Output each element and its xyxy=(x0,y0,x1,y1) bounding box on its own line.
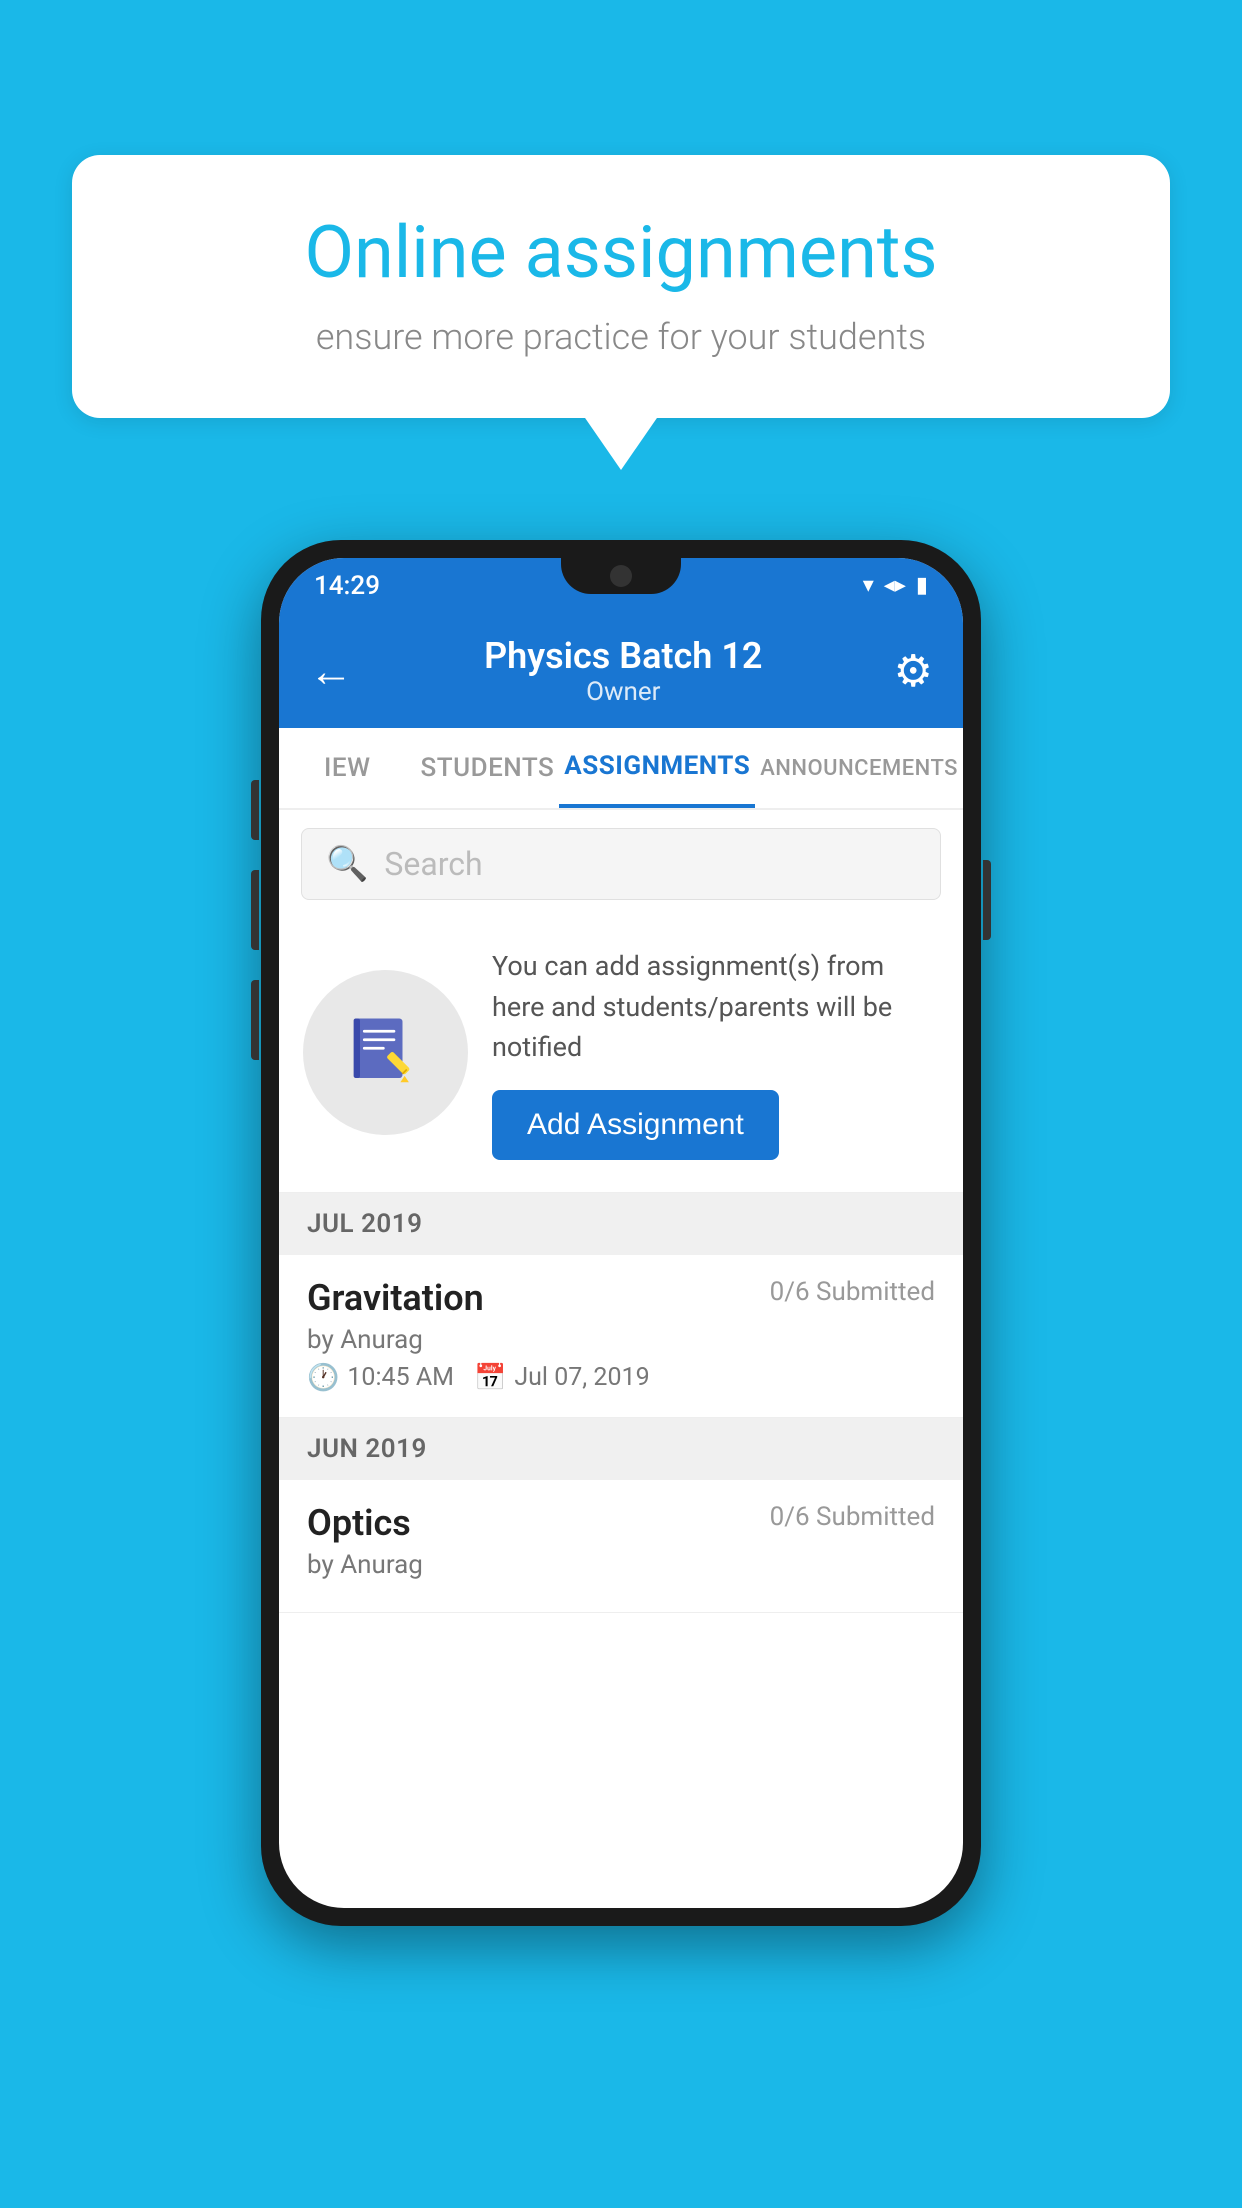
assignment-meta: 🕐 10:45 AM 📅 Jul 07, 2019 xyxy=(307,1363,935,1393)
power-button xyxy=(983,860,991,940)
back-button[interactable]: ← xyxy=(309,645,353,697)
front-camera xyxy=(610,565,632,587)
promo-text-block: You can add assignment(s) from here and … xyxy=(492,946,939,1160)
header-title-block: Physics Batch 12 Owner xyxy=(484,635,762,707)
assignment-item-gravitation[interactable]: Gravitation 0/6 Submitted by Anurag 🕐 10… xyxy=(279,1255,963,1418)
assignment-submitted: 0/6 Submitted xyxy=(770,1277,935,1307)
meta-time: 🕐 10:45 AM xyxy=(307,1363,454,1393)
mute-button xyxy=(251,780,259,840)
assignment-name: Gravitation xyxy=(307,1277,484,1319)
speech-bubble-subtitle: ensure more practice for your students xyxy=(137,316,1105,358)
settings-icon[interactable]: ⚙ xyxy=(894,645,933,697)
assignment-top-row-optics: Optics 0/6 Submitted xyxy=(307,1502,935,1544)
volume-up-button xyxy=(251,870,259,950)
status-icons: ▾ ◂▸ ▮ xyxy=(863,573,928,598)
promo-block: You can add assignment(s) from here and … xyxy=(279,918,963,1193)
phone-outer-shell: 14:29 ▾ ◂▸ ▮ ← Physics Batch 12 Owner ⚙ … xyxy=(261,540,981,1926)
notebook-icon xyxy=(343,1010,428,1095)
promo-description: You can add assignment(s) from here and … xyxy=(492,946,939,1068)
assignment-submitted-optics: 0/6 Submitted xyxy=(770,1502,935,1532)
tab-overview[interactable]: IEW xyxy=(279,728,416,808)
tab-assignments[interactable]: ASSIGNMENTS xyxy=(559,728,755,808)
signal-icon: ◂▸ xyxy=(884,573,906,598)
battery-icon: ▮ xyxy=(916,573,928,598)
speech-bubble-title: Online assignments xyxy=(137,210,1105,296)
meta-date: 📅 Jul 07, 2019 xyxy=(474,1363,650,1393)
tab-students[interactable]: STUDENTS xyxy=(416,728,560,808)
meta-time-value: 10:45 AM xyxy=(347,1363,454,1392)
wifi-icon: ▾ xyxy=(863,573,874,598)
tab-announcements[interactable]: ANNOUNCEMENTS xyxy=(755,728,963,808)
assignment-top-row: Gravitation 0/6 Submitted xyxy=(307,1277,935,1319)
section-header-jun: JUN 2019 xyxy=(279,1418,963,1480)
search-bar[interactable]: 🔍 Search xyxy=(301,828,941,900)
add-assignment-button[interactable]: Add Assignment xyxy=(492,1090,779,1160)
assignment-name-optics: Optics xyxy=(307,1502,411,1544)
assignment-by: by Anurag xyxy=(307,1325,935,1355)
search-input[interactable]: Search xyxy=(384,845,482,883)
phone-notch xyxy=(561,558,681,594)
search-icon: 🔍 xyxy=(326,844,368,884)
assignment-by-optics: by Anurag xyxy=(307,1550,935,1580)
status-time: 14:29 xyxy=(314,571,380,601)
header-subtitle: Owner xyxy=(484,677,762,707)
meta-date-value: Jul 07, 2019 xyxy=(514,1363,649,1392)
phone-mockup: 14:29 ▾ ◂▸ ▮ ← Physics Batch 12 Owner ⚙ … xyxy=(261,540,981,1926)
promo-icon-circle xyxy=(303,970,468,1135)
section-header-jul: JUL 2019 xyxy=(279,1193,963,1255)
phone-screen: 14:29 ▾ ◂▸ ▮ ← Physics Batch 12 Owner ⚙ … xyxy=(279,558,963,1908)
content-area: 🔍 Search xyxy=(279,810,963,1613)
search-container: 🔍 Search xyxy=(279,810,963,918)
volume-down-button xyxy=(251,980,259,1060)
calendar-icon: 📅 xyxy=(474,1363,506,1393)
app-header: ← Physics Batch 12 Owner ⚙ xyxy=(279,613,963,728)
tabs-bar: IEW STUDENTS ASSIGNMENTS ANNOUNCEMENTS xyxy=(279,728,963,810)
header-title: Physics Batch 12 xyxy=(484,635,762,677)
assignment-item-optics[interactable]: Optics 0/6 Submitted by Anurag xyxy=(279,1480,963,1613)
clock-icon: 🕐 xyxy=(307,1363,339,1393)
speech-bubble: Online assignments ensure more practice … xyxy=(72,155,1170,418)
